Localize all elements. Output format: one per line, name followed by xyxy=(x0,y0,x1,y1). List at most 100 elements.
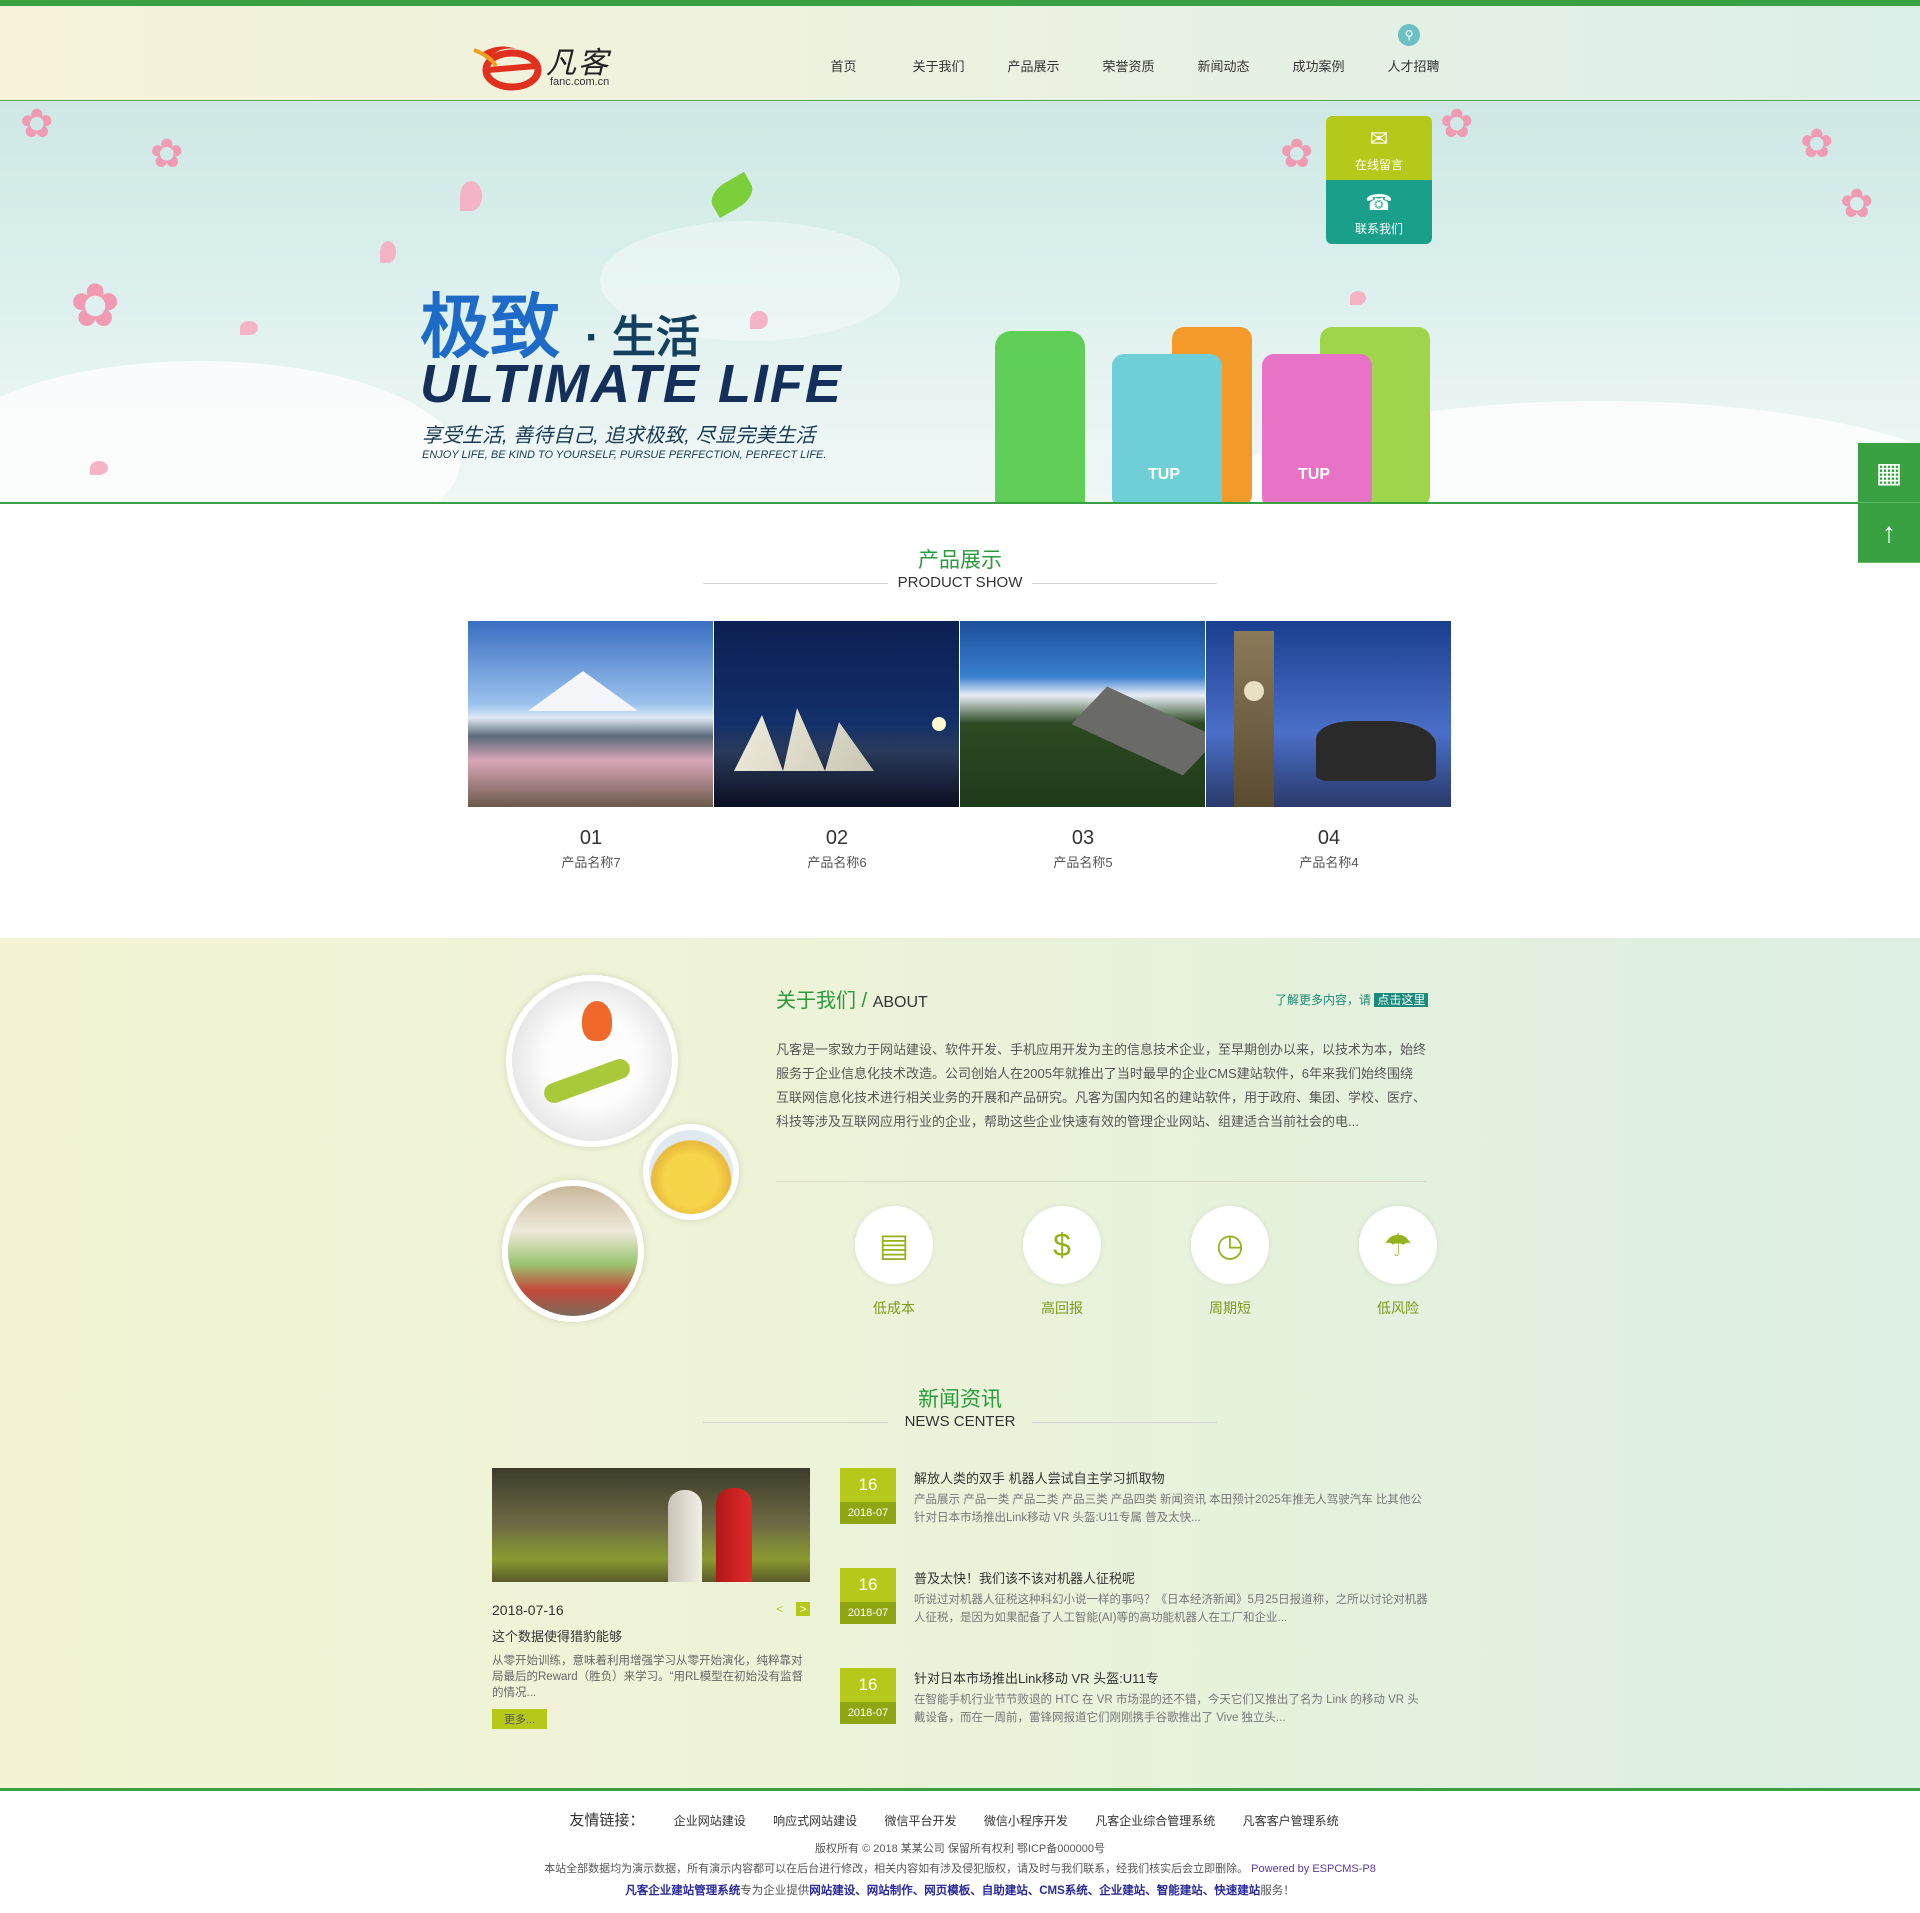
product-image[interactable] xyxy=(714,621,960,807)
petal xyxy=(90,461,108,475)
friend-link[interactable]: 凡客客户管理系统 xyxy=(1243,1814,1339,1828)
friend-link[interactable]: 响应式网站建设 xyxy=(773,1814,857,1828)
figure-white xyxy=(668,1490,702,1582)
clock-tower xyxy=(1234,631,1274,807)
products-heading-en: PRODUCT SHOW xyxy=(897,574,1023,591)
friend-link[interactable]: 企业网站建设 xyxy=(674,1814,746,1828)
qrcode-icon[interactable]: ▦ xyxy=(1858,443,1920,503)
cloud xyxy=(0,361,460,502)
nav-cases[interactable]: 成功案例 xyxy=(1271,56,1366,75)
product-list: 01 产品名称7 02 产品名称6 03 产品名称5 04 产品名称4 xyxy=(468,621,1452,871)
footer: 友情链接： 企业网站建设 响应式网站建设 微信平台开发 微信小程序开发 凡客企业… xyxy=(0,1788,1920,1913)
product-image[interactable] xyxy=(960,621,1206,807)
feature-label: 低成本 xyxy=(873,1300,915,1316)
product-image[interactable] xyxy=(1206,621,1452,807)
divider xyxy=(1032,582,1217,584)
main-nav: 首页 关于我们 产品展示 荣誉资质 新闻动态 成功案例 人才招聘 xyxy=(796,56,1461,75)
news-title[interactable]: 普及太快！我们该不该对机器人征税呢 xyxy=(914,1568,1430,1587)
feature-label: 高回报 xyxy=(1041,1300,1083,1316)
friend-link[interactable]: 微信平台开发 xyxy=(884,1814,956,1828)
blossom-icon: ✿ xyxy=(20,102,54,146)
blossom-icon: ✿ xyxy=(150,132,184,176)
nav-honors[interactable]: 荣誉资质 xyxy=(1081,56,1176,75)
keyword-brand[interactable]: 凡客企业建站管理系统 xyxy=(625,1885,740,1897)
divider xyxy=(703,1421,888,1423)
news-day: 16 xyxy=(858,1675,878,1694)
featured-news-more-button[interactable]: 更多... xyxy=(492,1709,548,1729)
about-image xyxy=(502,1180,644,1322)
napkin xyxy=(541,1056,633,1106)
nav-about[interactable]: 关于我们 xyxy=(891,56,986,75)
next-arrow-icon[interactable]: > xyxy=(796,1602,810,1616)
clock-icon: ◷ xyxy=(1191,1206,1269,1284)
nav-news[interactable]: 新闻动态 xyxy=(1176,56,1271,75)
product-card[interactable]: 03 产品名称5 xyxy=(960,621,1206,871)
product-name[interactable]: 产品名称7 xyxy=(468,852,714,871)
nav-home[interactable]: 首页 xyxy=(796,56,891,75)
product-card[interactable]: 01 产品名称7 xyxy=(468,621,714,871)
copyright: 版权所有 © 2018 某某公司 保留所有权利 鄂ICP备000000号 xyxy=(815,1843,1105,1855)
contact-us-label: 联系我们 xyxy=(1354,222,1403,236)
banner-title-en: ULTIMATE LIFE xyxy=(420,354,843,414)
mountain xyxy=(528,671,638,711)
nav-jobs[interactable]: 人才招聘 xyxy=(1366,56,1461,75)
products-heading-cn: 产品展示 xyxy=(918,549,1002,572)
logo[interactable]: 凡客 fanc.com.cn xyxy=(470,36,630,92)
news-day: 16 xyxy=(858,1475,878,1494)
news-day: 16 xyxy=(858,1575,878,1594)
petal xyxy=(750,311,768,329)
featured-news-pager: < > xyxy=(767,1602,810,1616)
invoice-icon: ▤ xyxy=(855,1206,933,1284)
about-title-cn: 关于我们 / xyxy=(776,990,868,1012)
news-item[interactable]: 16 2018-07 针对日本市场推出Link移动 VR 头盔:U11专 在智能… xyxy=(840,1668,1430,1768)
nav-products[interactable]: 产品展示 xyxy=(986,56,1081,75)
product-card[interactable]: 04 产品名称4 xyxy=(1206,621,1452,871)
petal xyxy=(460,181,482,211)
banner-subtitle-en: ENJOY LIFE, BE KIND TO YOURSELF, PURSUE … xyxy=(422,449,827,461)
featured-news-title[interactable]: 这个数据使得猎豹能够 xyxy=(492,1626,810,1645)
featured-news: 2018-07-16 < > 这个数据使得猎豹能够 从零开始训练，意味着利用增强… xyxy=(492,1468,810,1729)
feature-item: ☂ 低风险 xyxy=(1314,1206,1482,1318)
news-title[interactable]: 解放人类的双手 机器人尝试自主学习抓取物 xyxy=(914,1468,1430,1487)
feature-label: 低风险 xyxy=(1377,1300,1419,1316)
about-title-en: ABOUT xyxy=(872,994,928,1011)
lamp xyxy=(932,717,946,731)
blossom-icon: ✿ xyxy=(1440,102,1474,146)
news-heading-en: NEWS CENTER xyxy=(904,1413,1016,1430)
great-wall xyxy=(1071,686,1205,776)
product-name[interactable]: 产品名称6 xyxy=(714,852,960,871)
product-image[interactable] xyxy=(468,621,714,807)
product-number: 02 xyxy=(825,827,849,849)
friend-link[interactable]: 凡客企业综合管理系统 xyxy=(1095,1814,1215,1828)
product-card[interactable]: 02 产品名称6 xyxy=(714,621,960,871)
products-section: 产品展示 PRODUCT SHOW 01 产品名称7 02 产品名称6 03 产… xyxy=(0,504,1920,938)
product-name[interactable]: 产品名称5 xyxy=(960,852,1206,871)
powered-by-link[interactable]: Powered by ESPCMS-P8 xyxy=(1251,1863,1376,1875)
divider xyxy=(776,1181,1426,1182)
opera-house xyxy=(734,708,874,771)
news-item[interactable]: 16 2018-07 普及太快！我们该不该对机器人征税呢 听说过对机器人征税这种… xyxy=(840,1568,1430,1668)
news-title[interactable]: 针对日本市场推出Link移动 VR 头盔:U11专 xyxy=(914,1668,1430,1687)
figure-red xyxy=(716,1488,752,1582)
about-image xyxy=(643,1124,739,1220)
about-more-link[interactable]: 点击这里 xyxy=(1374,993,1429,1007)
friend-link[interactable]: 微信小程序开发 xyxy=(984,1814,1068,1828)
featured-news-image[interactable] xyxy=(492,1468,810,1582)
featured-news-date: 2018-07-16 xyxy=(492,1602,564,1618)
news-item[interactable]: 16 2018-07 解放人类的双手 机器人尝试自主学习抓取物 产品展示 产品一… xyxy=(840,1468,1430,1568)
product-name[interactable]: 产品名称4 xyxy=(1206,852,1452,871)
statue xyxy=(1316,721,1436,781)
search-icon[interactable]: ⚲ xyxy=(1398,24,1420,46)
blossom-icon: ✿ xyxy=(1800,122,1834,166)
about-image xyxy=(506,975,678,1147)
online-message-button[interactable]: ✉ 在线留言 xyxy=(1326,116,1432,180)
phone-icon: ☎ xyxy=(1365,190,1393,215)
contact-us-button[interactable]: ☎ 联系我们 xyxy=(1326,180,1432,244)
prev-arrow-icon[interactable]: < xyxy=(773,1602,787,1616)
feature-item: ◷ 周期短 xyxy=(1146,1206,1314,1318)
online-message-label: 在线留言 xyxy=(1354,158,1403,172)
cup-label: TUP xyxy=(1148,466,1180,483)
product-number: 03 xyxy=(1071,827,1095,849)
keyword-links[interactable]: 网站建设、网站制作、网页模板、自助建站、CMS系统、企业建站、智能建站、快速建站 xyxy=(809,1885,1260,1897)
news-summary: 在智能手机行业节节败退的 HTC 在 VR 市场混的还不错，今天它们又推出了名为… xyxy=(914,1694,1419,1724)
